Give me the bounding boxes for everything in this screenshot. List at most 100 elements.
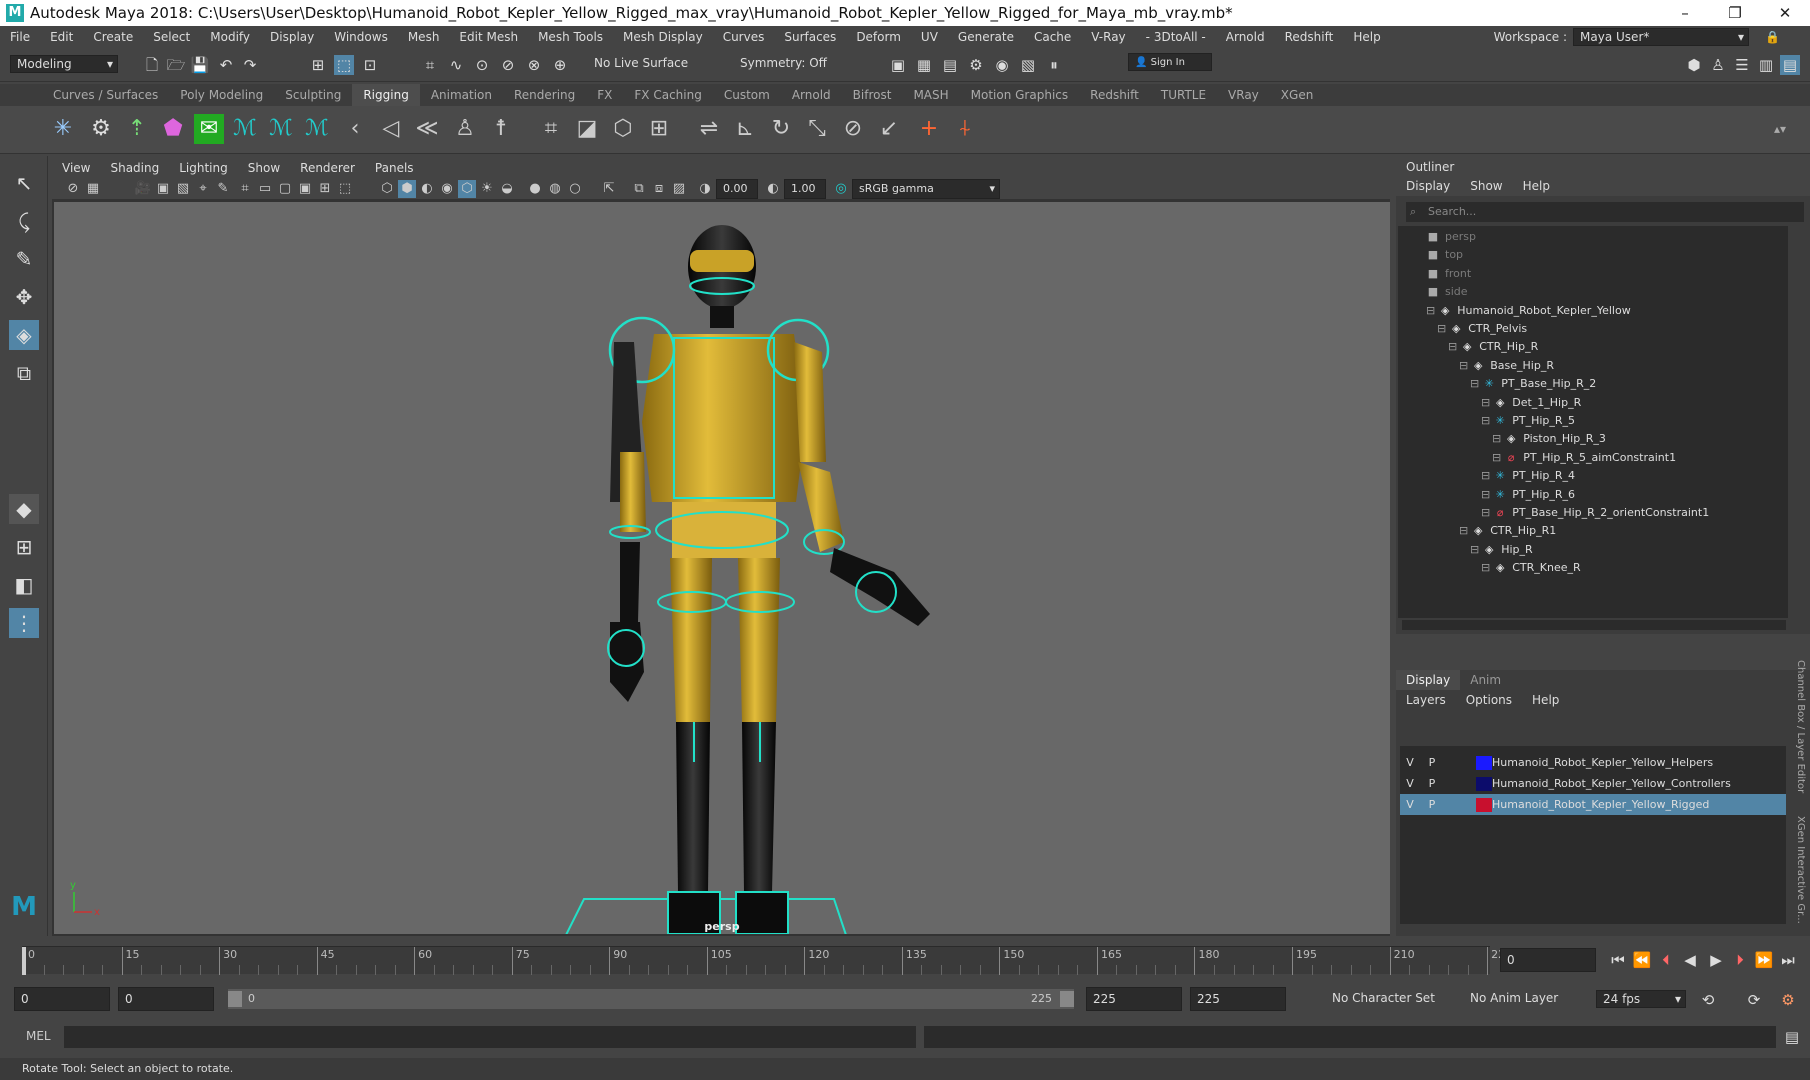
select-camera-icon[interactable]: ⊘: [64, 180, 82, 198]
script-editor-icon[interactable]: ▤: [1782, 1027, 1802, 1047]
paint-select-icon[interactable]: ✎: [9, 244, 39, 274]
grease-pencil-icon[interactable]: ✎: [214, 180, 232, 198]
layer-list[interactable]: V P Humanoid_Robot_Kepler_Yellow_Helpers V P…: [1400, 746, 1786, 924]
anti-alias-icon[interactable]: ○: [566, 180, 584, 198]
cluster-icon[interactable]: ◁: [376, 114, 406, 144]
mirror-skin-icon[interactable]: ⬡: [608, 114, 638, 144]
hypershade-icon[interactable]: ◉: [992, 55, 1012, 75]
shelf-tab-fx[interactable]: FX: [586, 84, 623, 106]
select-object-icon[interactable]: ⬚: [334, 55, 354, 75]
select-tool-icon[interactable]: ↖: [9, 168, 39, 198]
menu-edit[interactable]: Edit: [40, 30, 83, 44]
select-hierarchy-icon[interactable]: ⊞: [308, 55, 328, 75]
start-time-field[interactable]: 0: [14, 987, 110, 1011]
auto-key-icon[interactable]: ⟳: [1744, 990, 1764, 1010]
ik-handle-icon[interactable]: ⚙: [86, 114, 116, 144]
grid-icon[interactable]: ⌗: [236, 180, 254, 198]
paint-weights-icon[interactable]: ✉: [194, 114, 224, 144]
joint-tool-icon[interactable]: ✳: [48, 114, 78, 144]
layer-visibility-toggle[interactable]: V: [1400, 794, 1420, 815]
move-tool-icon[interactable]: ✥: [9, 282, 39, 312]
constraint-orient-icon[interactable]: ↻: [766, 114, 796, 144]
symmetry-dropdown[interactable]: Symmetry: Off: [734, 55, 842, 73]
gate-mask-icon[interactable]: ▣: [296, 180, 314, 198]
snap-point-icon[interactable]: ⊙: [472, 55, 492, 75]
copy-skin-icon[interactable]: ⊞: [644, 114, 674, 144]
expand-icon[interactable]: ⊟: [1459, 359, 1468, 372]
menu-file[interactable]: File: [0, 30, 40, 44]
layer-tab-anim[interactable]: Anim: [1460, 670, 1511, 690]
layer-row[interactable]: V P Humanoid_Robot_Kepler_Yellow_Helpers: [1400, 752, 1786, 773]
wireframe-icon[interactable]: ⬡: [378, 180, 396, 198]
undo-icon[interactable]: ↶: [216, 55, 236, 75]
expand-icon[interactable]: ⊟: [1481, 469, 1490, 482]
constraint-parent-icon[interactable]: ⇌: [694, 114, 724, 144]
channel-box-icon[interactable]: ▤: [1780, 55, 1800, 75]
playback-start-field[interactable]: 0: [118, 987, 214, 1011]
wrap-deformer-icon[interactable]: ◪: [572, 114, 602, 144]
go-to-end-icon[interactable]: ⏭: [1778, 950, 1798, 970]
menu-mesh[interactable]: Mesh: [398, 30, 450, 44]
new-scene-icon[interactable]: 🗋: [142, 55, 162, 75]
menu-3dtoall[interactable]: - 3DtoAll -: [1136, 30, 1216, 44]
bookmarks-icon[interactable]: ▣: [154, 180, 172, 198]
xgen-side-tab[interactable]: XGen Interactive Gr...: [1795, 816, 1806, 924]
layer-playback-toggle[interactable]: P: [1422, 773, 1442, 794]
3d-viewport[interactable]: y x persp: [54, 202, 1390, 960]
character-set-dropdown[interactable]: No Character Set: [1326, 990, 1450, 1008]
right-foot-controller[interactable]: [735, 891, 789, 935]
anim-layer-dropdown[interactable]: No Anim Layer: [1464, 990, 1576, 1008]
live-surface-dropdown[interactable]: No Live Surface: [588, 55, 696, 73]
bind-skin-icon[interactable]: ⌗: [536, 114, 566, 144]
outliner-menu-show[interactable]: Show: [1460, 179, 1512, 193]
snap-grid-icon[interactable]: ⌗: [420, 55, 440, 75]
command-language-label[interactable]: MEL: [26, 1029, 51, 1043]
expand-icon[interactable]: ⊟: [1470, 377, 1479, 390]
layer-row[interactable]: V P Humanoid_Robot_Kepler_Yellow_Controlle…: [1400, 773, 1786, 794]
render-settings-icon[interactable]: ⚙: [966, 55, 986, 75]
menu-generate[interactable]: Generate: [948, 30, 1024, 44]
expand-icon[interactable]: ⊟: [1426, 304, 1435, 317]
lock-icon[interactable]: 🔒: [1765, 30, 1780, 44]
color-space-dropdown[interactable]: sRGB gamma ▾: [852, 179, 1000, 199]
snap-surface-icon[interactable]: ⊗: [524, 55, 544, 75]
exposure-field[interactable]: 0.00: [716, 179, 758, 199]
expand-icon[interactable]: ⊟: [1470, 543, 1479, 556]
time-slider-track[interactable]: 0 15 30 45 60 75 90 105 120 135 150 165 180 195 210 22: [22, 946, 1505, 975]
shelf-tab-arnold[interactable]: Arnold: [781, 84, 842, 106]
menu-display[interactable]: Display: [260, 30, 324, 44]
constraint-point-icon[interactable]: ⊾: [730, 114, 760, 144]
character-controls-icon[interactable]: ♙: [1708, 55, 1728, 75]
four-view-icon[interactable]: ⊞: [9, 532, 39, 562]
layer-visibility-toggle[interactable]: V: [1400, 773, 1420, 794]
loop-icon[interactable]: ⟲: [1698, 990, 1718, 1010]
layer-color-swatch[interactable]: [1476, 777, 1492, 791]
modeling-toolkit-icon[interactable]: ⬢: [1684, 55, 1704, 75]
expand-icon[interactable]: ⊟: [1481, 561, 1490, 574]
camera-attributes-icon[interactable]: 🎥: [134, 180, 152, 198]
single-view-icon[interactable]: ◆: [9, 494, 39, 524]
shelf-tab-rigging[interactable]: Rigging: [352, 84, 420, 106]
shelf-tab-turtle[interactable]: TURTLE: [1150, 84, 1217, 106]
xray-joints-icon[interactable]: ⧈: [650, 180, 668, 198]
locator-2-icon[interactable]: ⍭: [950, 114, 980, 144]
channel-box-side-tab[interactable]: Channel Box / Layer Editor: [1795, 660, 1806, 793]
menu-create[interactable]: Create: [83, 30, 143, 44]
shelf-tab-motion-graphics[interactable]: Motion Graphics: [960, 84, 1080, 106]
resolution-gate-icon[interactable]: ▢: [276, 180, 294, 198]
minimize-button[interactable]: –: [1660, 0, 1710, 26]
2d-pan-zoom-icon[interactable]: ⌖: [194, 180, 212, 198]
lasso-tool-icon[interactable]: ⤹: [9, 206, 39, 236]
layer-color-swatch[interactable]: [1476, 756, 1492, 770]
layer-playback-toggle[interactable]: P: [1422, 794, 1442, 815]
backface-icon[interactable]: ▨: [670, 180, 688, 198]
lock-camera-icon[interactable]: ▦: [84, 180, 102, 198]
shelf-tab-redshift[interactable]: Redshift: [1079, 84, 1150, 106]
film-gate-icon[interactable]: ▭: [256, 180, 274, 198]
layer-color-swatch[interactable]: [1476, 798, 1492, 812]
current-time-indicator[interactable]: [22, 947, 26, 975]
shelf-tab-custom[interactable]: Custom: [713, 84, 781, 106]
constraint-pole-icon[interactable]: ↙: [874, 114, 904, 144]
image-plane-icon[interactable]: ▧: [174, 180, 192, 198]
layer-menu-help[interactable]: Help: [1522, 693, 1569, 707]
